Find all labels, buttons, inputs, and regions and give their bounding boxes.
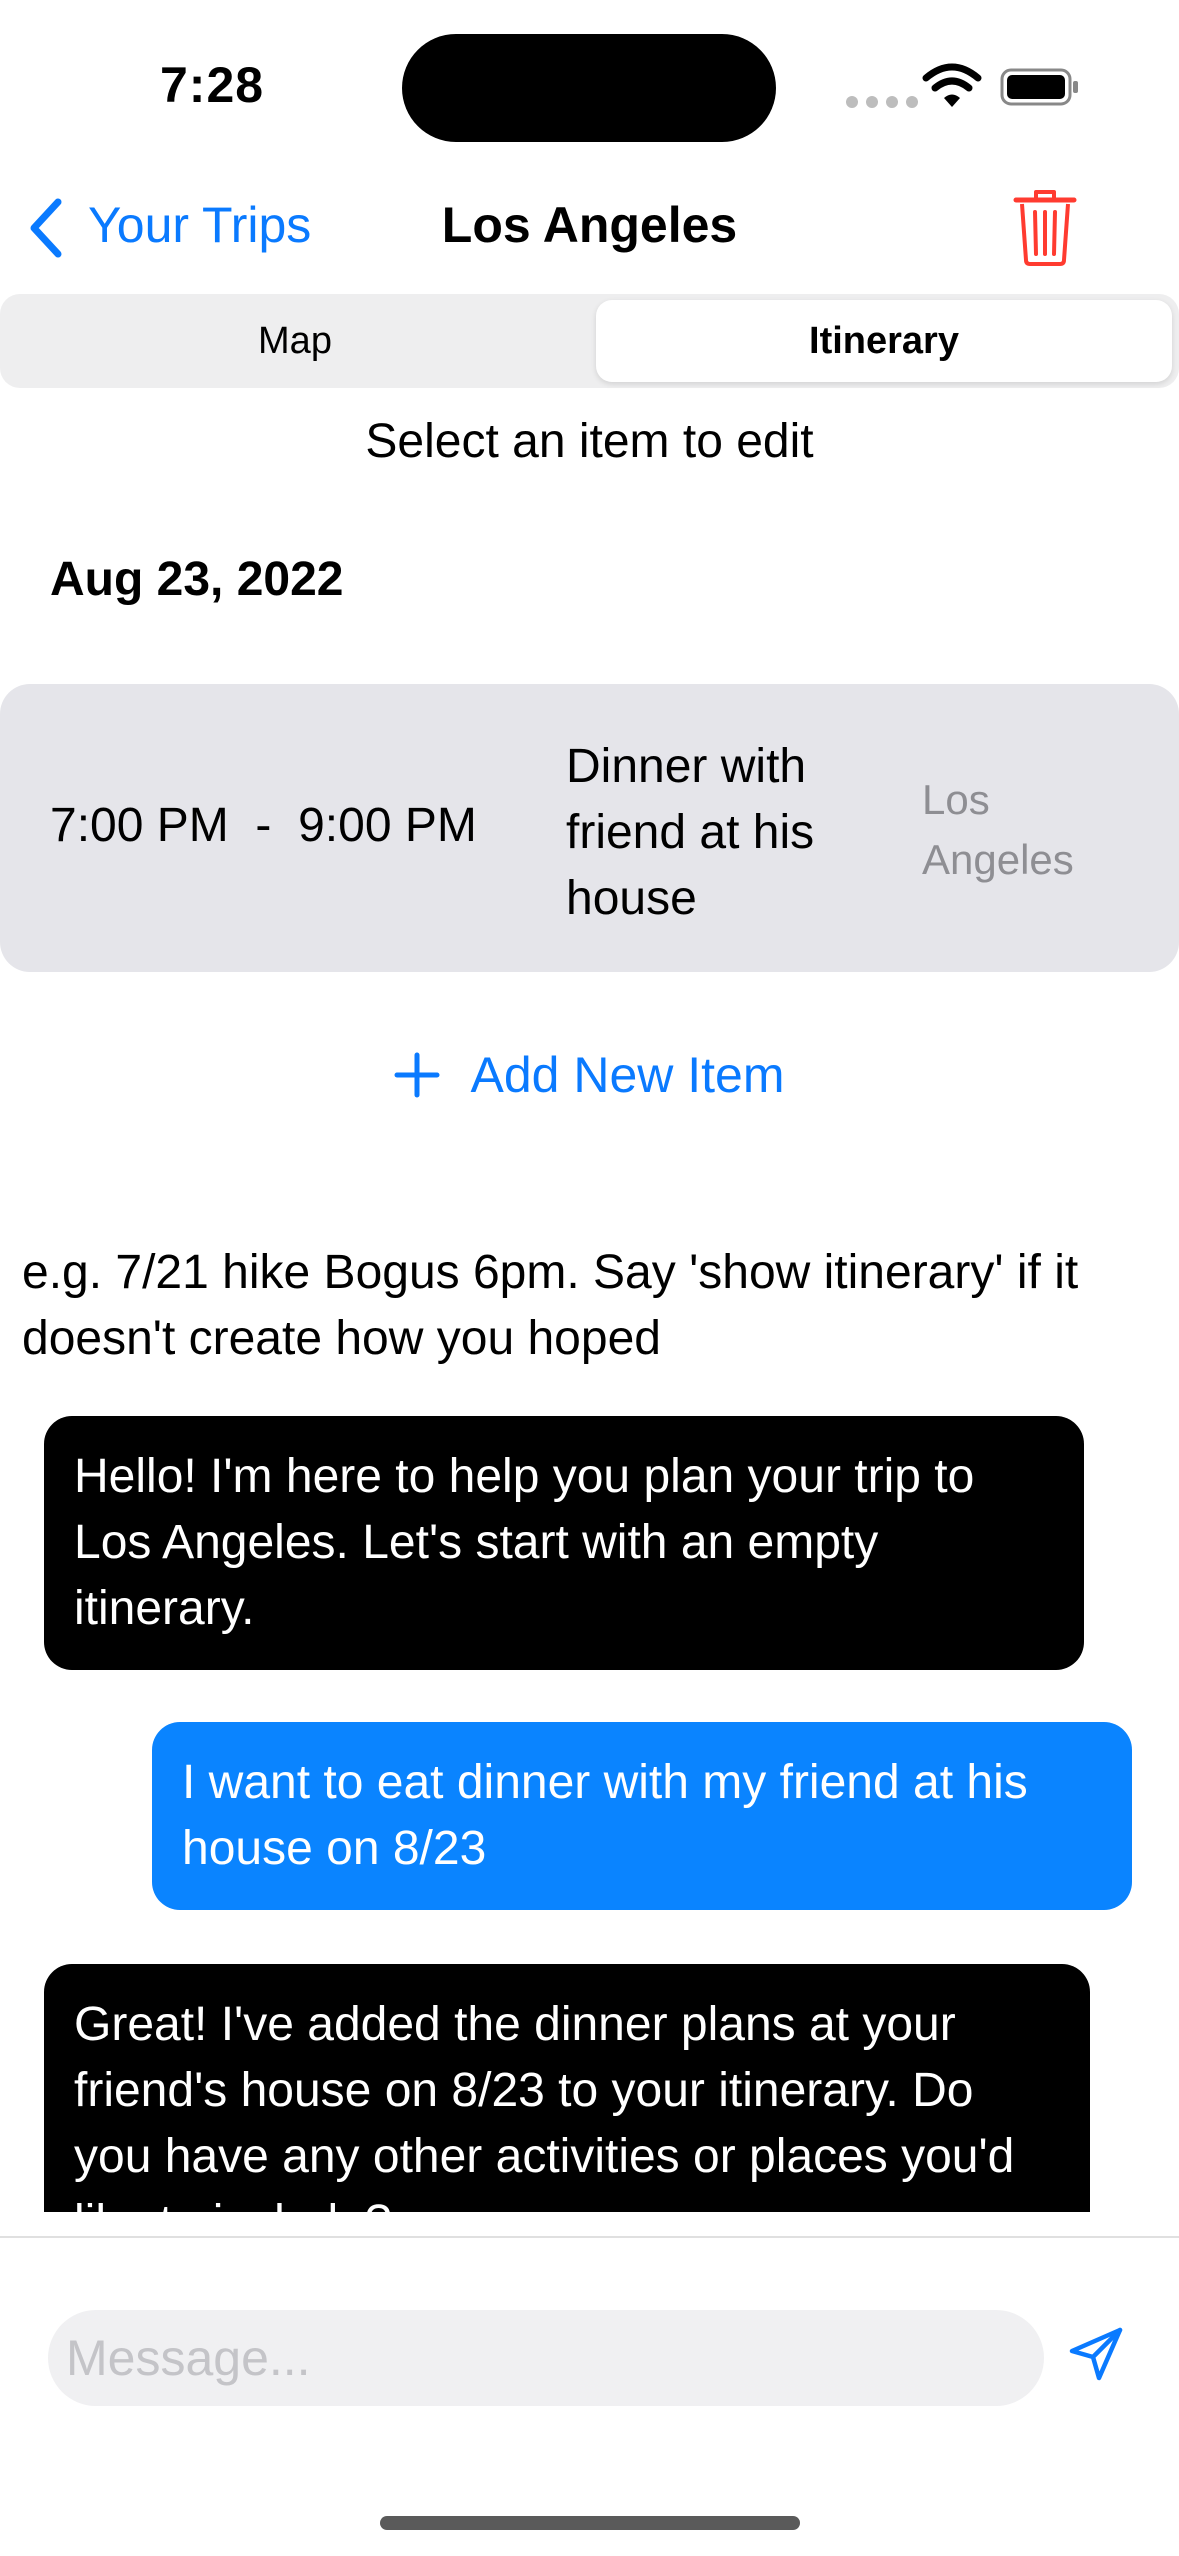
add-new-item-button[interactable]: Add New Item bbox=[0, 1046, 1179, 1104]
status-time: 7:28 bbox=[160, 57, 265, 113]
user-message: I want to eat dinner with my friend at h… bbox=[152, 1722, 1132, 1910]
view-segmented-control: Map Itinerary bbox=[0, 294, 1179, 388]
battery-icon bbox=[1000, 68, 1078, 106]
item-time-range: 7:00 PM - 9:00 PM bbox=[50, 799, 477, 852]
trash-icon[interactable] bbox=[1012, 188, 1078, 266]
item-location: Los Angeles bbox=[922, 776, 1074, 883]
send-icon[interactable] bbox=[1066, 2324, 1126, 2384]
message-input[interactable] bbox=[48, 2310, 1044, 2406]
add-new-item-label: Add New Item bbox=[470, 1047, 785, 1103]
wifi-icon bbox=[922, 63, 982, 107]
item-description: Dinner with friend at his house bbox=[566, 740, 815, 925]
home-indicator bbox=[380, 2516, 800, 2530]
itinerary-item[interactable]: 7:00 PM - 9:00 PM Dinner with friend at … bbox=[0, 684, 1179, 972]
assistant-message: Great! I've added the dinner plans at yo… bbox=[44, 1964, 1090, 2212]
page-title: Los Angeles bbox=[441, 197, 738, 253]
segment-itinerary[interactable]: Itinerary bbox=[596, 300, 1172, 382]
divider bbox=[0, 2236, 1179, 2238]
dynamic-island bbox=[402, 34, 776, 142]
segment-map[interactable]: Map bbox=[0, 294, 590, 388]
date-header: Aug 23, 2022 bbox=[50, 553, 344, 606]
plus-icon bbox=[394, 1052, 440, 1098]
chat-hint: e.g. 7/21 hike Bogus 6pm. Say 'show itin… bbox=[22, 1246, 1079, 1365]
assistant-message: Hello! I'm here to help you plan your tr… bbox=[44, 1416, 1084, 1670]
edit-hint: Select an item to edit bbox=[365, 415, 814, 468]
cellular-signal-icon bbox=[846, 96, 918, 108]
chat-messages[interactable]: Hello! I'm here to help you plan your tr… bbox=[0, 1400, 1179, 2212]
